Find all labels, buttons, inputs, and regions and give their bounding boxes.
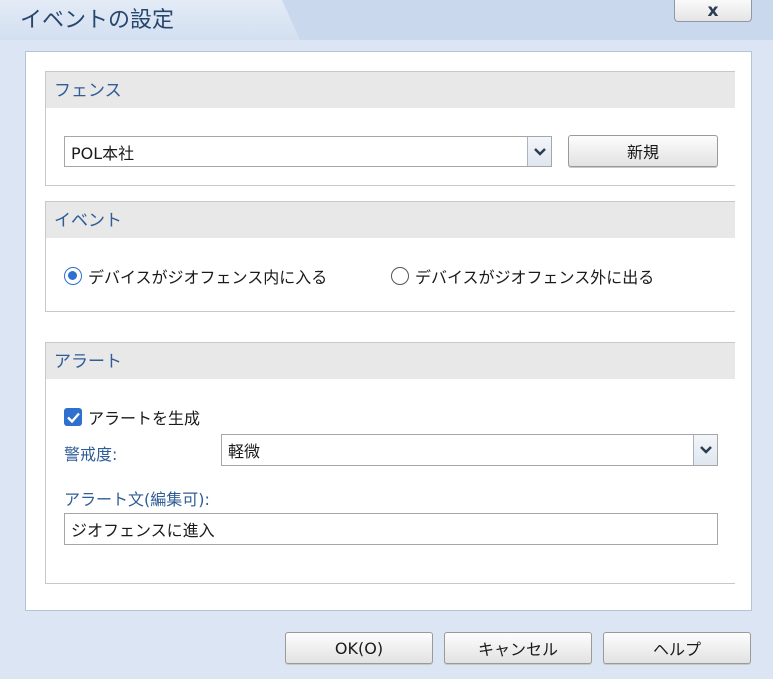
radio-selected-icon[interactable]	[64, 267, 82, 285]
cancel-label: キャンセル	[477, 640, 558, 659]
title-bar: イベントの設定 x	[0, 0, 773, 40]
ok-button[interactable]: OK(O)	[285, 632, 433, 664]
radio-exit-label: デバイスがジオフェンス外に出る	[415, 268, 655, 287]
checkmark-icon[interactable]	[64, 408, 82, 426]
close-icon: x	[707, 0, 719, 21]
alert-message-value: ジオフェンスに進入	[71, 521, 215, 540]
new-fence-button[interactable]: 新規	[568, 135, 718, 167]
radio-enter-label: デバイスがジオフェンス内に入る	[88, 268, 328, 287]
generate-alert-label: アラートを生成	[88, 409, 201, 428]
radio-unselected-icon[interactable]	[391, 267, 409, 285]
event-group: イベント	[45, 201, 735, 312]
event-header: イベント	[46, 202, 735, 238]
chevron-down-icon[interactable]	[527, 137, 551, 166]
close-button[interactable]: x	[674, 0, 752, 22]
severity-label: 警戒度:	[64, 445, 118, 464]
cancel-button[interactable]: キャンセル	[444, 632, 592, 664]
help-label: ヘルプ	[652, 640, 701, 659]
generate-alert-checkbox[interactable]: アラートを生成	[64, 405, 200, 429]
alert-message-input[interactable]: ジオフェンスに進入	[64, 513, 718, 545]
dialog-title: イベントの設定	[20, 8, 175, 33]
new-fence-label: 新規	[626, 143, 659, 162]
help-button[interactable]: ヘルプ	[603, 632, 751, 664]
radio-enter-fence[interactable]: デバイスがジオフェンス内に入る	[64, 264, 327, 288]
severity-value: 軽微	[228, 442, 261, 461]
ok-label: OK(O)	[334, 638, 384, 658]
fence-header: フェンス	[46, 72, 735, 108]
fence-group: フェンス	[45, 71, 735, 186]
severity-select[interactable]: 軽微	[221, 434, 718, 466]
alert-message-label: アラート文(編集可):	[64, 490, 210, 509]
fence-select[interactable]: POL本社	[64, 136, 552, 167]
fence-select-value: POL本社	[71, 143, 135, 163]
chevron-down-icon[interactable]	[693, 435, 717, 465]
alert-header: アラート	[46, 343, 735, 379]
radio-exit-fence[interactable]: デバイスがジオフェンス外に出る	[391, 264, 654, 288]
